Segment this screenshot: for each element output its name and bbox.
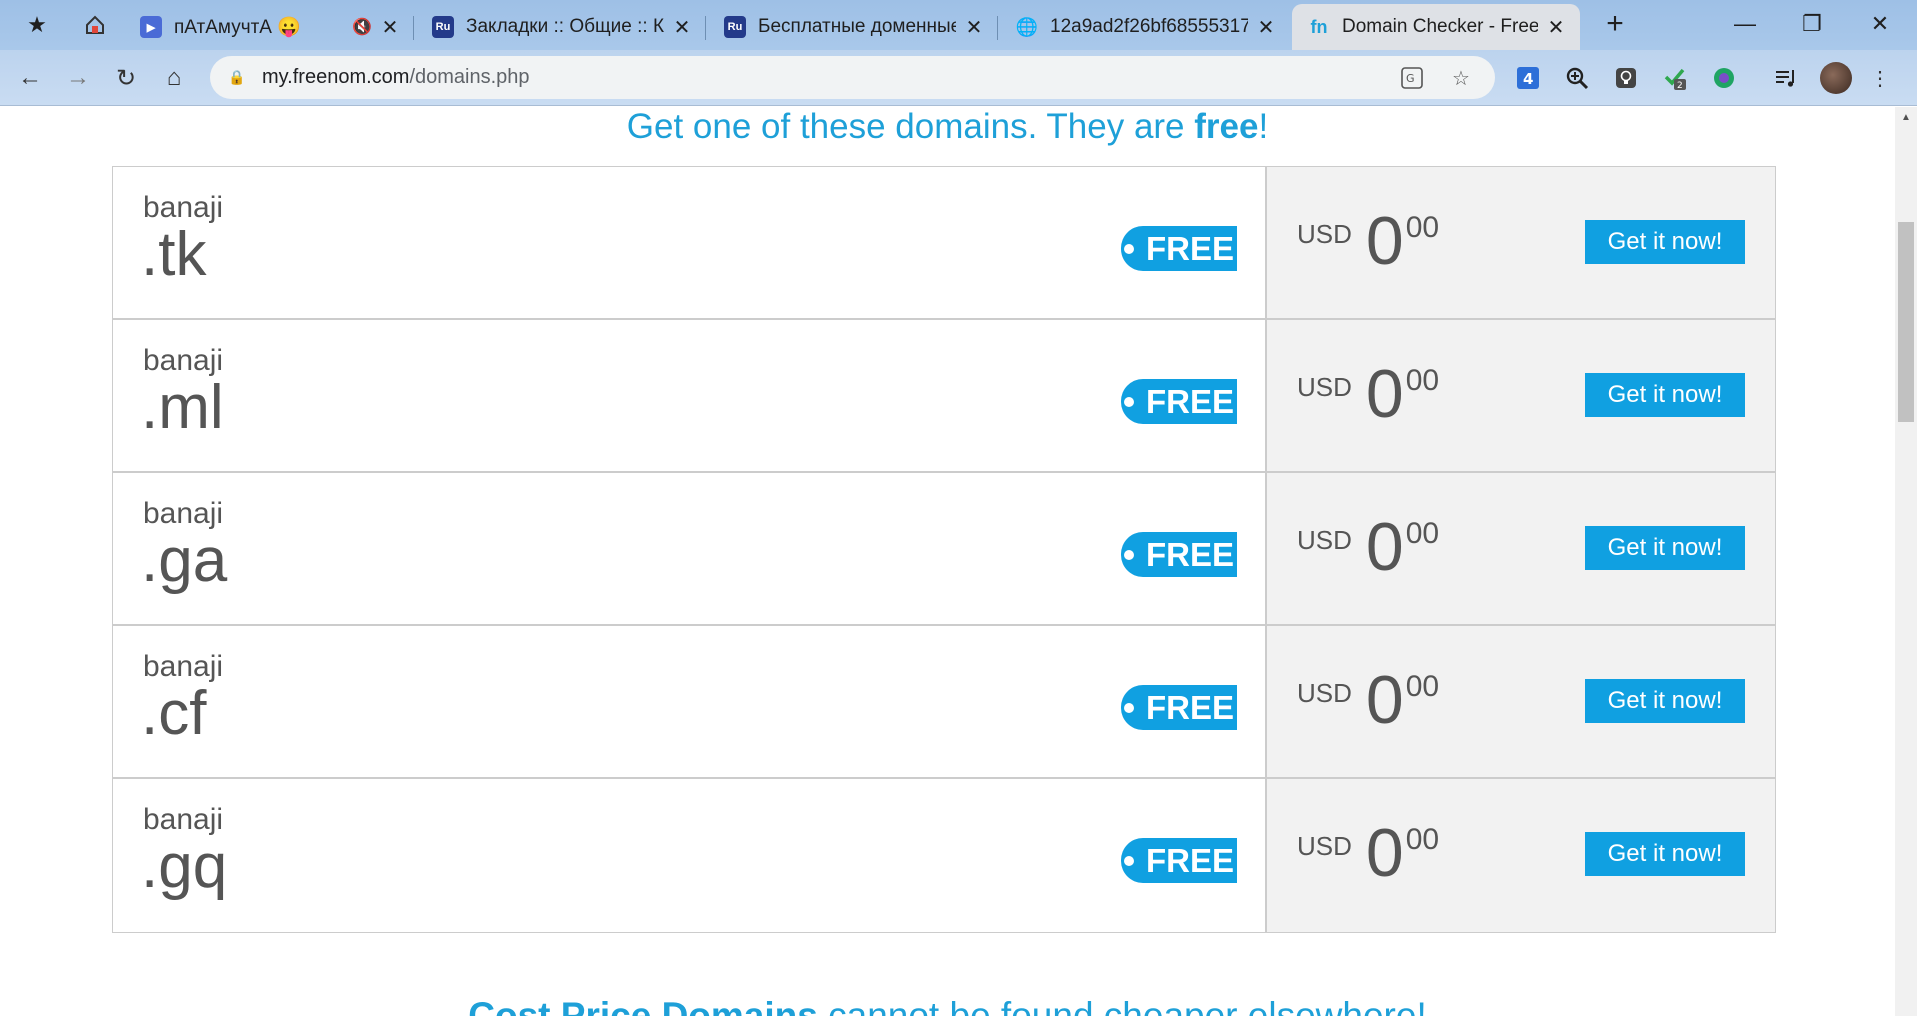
- domain-price: USD 0 00: [1297, 509, 1440, 585]
- domain-row: banaji .gq FREE USD 0 00 Get it now!: [113, 779, 1775, 932]
- domain-row: banaji .ga FREE USD 0 00 Get it now!: [113, 473, 1775, 626]
- get-it-now-button[interactable]: Get it now!: [1585, 832, 1745, 876]
- restore-button[interactable]: ❐: [1782, 6, 1842, 42]
- get-it-now-button[interactable]: Get it now!: [1585, 373, 1745, 417]
- tab-domain-checker[interactable]: fn Domain Checker - Freen ✕: [1292, 4, 1580, 50]
- bookmark-star-icon[interactable]: ☆: [1445, 62, 1477, 94]
- ru-site-icon: Ru: [724, 16, 746, 38]
- cost-price-domains-link[interactable]: Cost Price Domains: [468, 995, 818, 1016]
- tab-strip: ★ ▶ пАтАмучтА 😛 🔇 ✕ Ru Закладки :: Общие…: [0, 0, 1917, 50]
- globe-icon: 🌐: [1015, 16, 1039, 37]
- freenom-logo-icon: fn: [1310, 16, 1328, 37]
- checkmark-extension-icon[interactable]: 2: [1659, 62, 1691, 94]
- bullet-icon: [1123, 855, 1134, 866]
- domain-tld: .ga: [141, 526, 228, 595]
- extension-4-icon[interactable]: 4: [1512, 62, 1544, 94]
- domain-info: banaji .ml FREE: [113, 320, 1267, 471]
- bullet-icon: [1123, 549, 1134, 560]
- tab-free-domains[interactable]: Ru Бесплатные доменные ✕: [708, 4, 998, 50]
- address-bar[interactable]: 🔒 my.freenom.com/domains.php G ☆: [210, 56, 1495, 99]
- play-icon: ▶: [140, 16, 162, 38]
- domain-row: banaji .tk FREE USD 0 00 Get it now!: [113, 167, 1775, 320]
- domain-tld: .tk: [141, 220, 207, 289]
- url-text[interactable]: my.freenom.com/domains.php: [262, 66, 530, 89]
- chat-extension-icon[interactable]: [1708, 62, 1740, 94]
- page-content: Get one of these domains. They are free!…: [0, 107, 1895, 1016]
- tab-bookmarks[interactable]: Ru Закладки :: Общие :: Ко ✕: [416, 4, 706, 50]
- media-playlist-icon[interactable]: [1770, 62, 1802, 94]
- domain-tld: .ml: [141, 373, 224, 442]
- profile-avatar[interactable]: [1820, 62, 1852, 94]
- domain-info: banaji .gq FREE: [113, 779, 1267, 932]
- reload-icon[interactable]: ↻: [108, 60, 144, 96]
- menu-kebab-icon[interactable]: ⋮: [1868, 62, 1892, 94]
- forward-arrow-icon[interactable]: →: [60, 60, 96, 96]
- close-tab-icon[interactable]: ✕: [380, 15, 400, 40]
- home-icon[interactable]: ⌂: [156, 60, 192, 96]
- free-badge: FREE: [1121, 532, 1237, 577]
- lightbulb-extension-icon[interactable]: [1610, 62, 1642, 94]
- free-badge: FREE: [1121, 379, 1237, 424]
- domain-price: USD 0 00: [1297, 662, 1440, 738]
- close-tab-icon[interactable]: ✕: [672, 15, 692, 40]
- domain-price-cell: USD 0 00 Get it now!: [1267, 167, 1775, 318]
- browser-toolbar: ← → ↻ ⌂ 🔒 my.freenom.com/domains.php G ☆…: [0, 50, 1917, 106]
- domain-price: USD 0 00: [1297, 815, 1440, 891]
- tab-youtube[interactable]: ▶ пАтАмучтА 😛 🔇 ✕: [124, 4, 414, 50]
- bullet-icon: [1123, 702, 1134, 713]
- back-arrow-icon[interactable]: ←: [12, 60, 48, 96]
- get-it-now-button[interactable]: Get it now!: [1585, 679, 1745, 723]
- domain-price-cell: USD 0 00 Get it now!: [1267, 473, 1775, 624]
- home-page-icon[interactable]: [78, 8, 112, 42]
- svg-text:4: 4: [1523, 70, 1533, 88]
- lock-icon: 🔒: [228, 69, 246, 85]
- zoom-icon[interactable]: [1561, 62, 1593, 94]
- domain-info: banaji .cf FREE: [113, 626, 1267, 777]
- domain-tld: .gq: [141, 832, 228, 901]
- close-tab-icon[interactable]: ✕: [1256, 15, 1276, 40]
- scroll-thumb[interactable]: [1898, 222, 1914, 422]
- domain-tld: .cf: [141, 679, 207, 748]
- minimize-button[interactable]: —: [1715, 6, 1775, 42]
- scroll-up-arrow-icon[interactable]: ▲: [1895, 107, 1917, 129]
- bookmark-star-icon[interactable]: ★: [20, 8, 54, 42]
- domain-info: banaji .tk FREE: [113, 167, 1267, 318]
- domain-row: banaji .ml FREE USD 0 00 Get it now!: [113, 320, 1775, 473]
- bullet-icon: [1123, 243, 1134, 254]
- domain-price-cell: USD 0 00 Get it now!: [1267, 320, 1775, 471]
- free-badge: FREE: [1121, 226, 1237, 271]
- domain-results-table: banaji .tk FREE USD 0 00 Get it now! ban…: [112, 166, 1776, 933]
- translate-icon[interactable]: G: [1396, 62, 1428, 94]
- close-window-button[interactable]: ✕: [1850, 6, 1910, 42]
- close-tab-icon[interactable]: ✕: [1546, 15, 1566, 40]
- extension-badge-count: 2: [1677, 81, 1683, 91]
- bullet-icon: [1123, 396, 1134, 407]
- free-badge: FREE: [1121, 838, 1237, 883]
- domain-price-cell: USD 0 00 Get it now!: [1267, 779, 1775, 932]
- domain-price: USD 0 00: [1297, 356, 1440, 432]
- domain-price: USD 0 00: [1297, 203, 1440, 279]
- domain-row: banaji .cf FREE USD 0 00 Get it now!: [113, 626, 1775, 779]
- muted-speaker-icon[interactable]: 🔇: [352, 17, 372, 37]
- get-it-now-button[interactable]: Get it now!: [1585, 220, 1745, 264]
- domain-price-cell: USD 0 00 Get it now!: [1267, 626, 1775, 777]
- close-tab-icon[interactable]: ✕: [964, 15, 984, 40]
- tab-hash[interactable]: 🌐 12a9ad2f26bf68555317c ✕: [1000, 4, 1290, 50]
- vertical-scrollbar[interactable]: ▲: [1895, 107, 1917, 1016]
- new-tab-button[interactable]: +: [1597, 8, 1633, 44]
- domain-info: banaji .ga FREE: [113, 473, 1267, 624]
- svg-text:G: G: [1406, 72, 1415, 85]
- free-badge: FREE: [1121, 685, 1237, 730]
- page-headline: Get one of these domains. They are free!: [626, 107, 1269, 146]
- ru-site-icon: Ru: [432, 16, 454, 38]
- get-it-now-button[interactable]: Get it now!: [1585, 526, 1745, 570]
- footer-tagline: Cost Price Domains cannot be found cheap…: [0, 995, 1895, 1016]
